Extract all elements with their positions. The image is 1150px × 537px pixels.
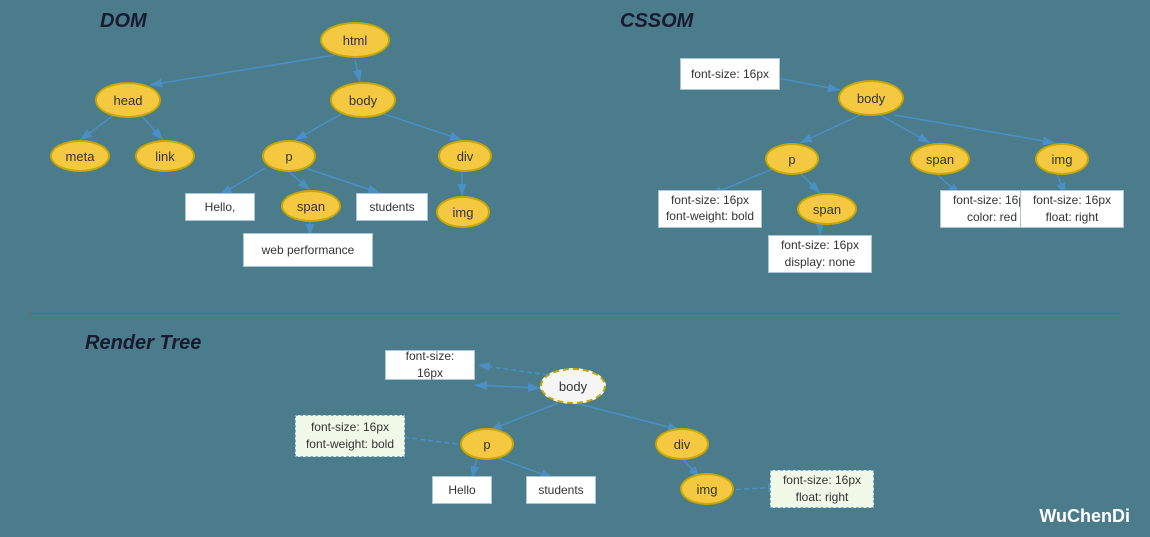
arrows-svg <box>0 0 1150 537</box>
dom-p-node: p <box>262 140 316 172</box>
dom-img-node: img <box>436 196 490 228</box>
dom-link-node: link <box>135 140 195 172</box>
render-img-node: img <box>680 473 734 505</box>
render-div-node: div <box>655 428 709 460</box>
render-fontsize-top-node: font-size: 16px <box>385 350 475 380</box>
dom-students-node: students <box>356 193 428 221</box>
dom-meta-node: meta <box>50 140 110 172</box>
cssom-p-node: p <box>765 143 819 175</box>
cssom-img-props-node: font-size: 16px float: right <box>1020 190 1124 228</box>
cssom-fontsize-top-node: font-size: 16px <box>680 58 780 90</box>
dom-title: DOM <box>100 10 147 33</box>
cssom-span-display-none-node: font-size: 16px display: none <box>768 235 872 273</box>
dom-html-node: html <box>320 22 390 58</box>
render-hello-node: Hello <box>432 476 492 504</box>
cssom-body-node: body <box>838 80 904 116</box>
watermark: WuChenDi <box>1039 506 1130 527</box>
cssom-img-node: img <box>1035 143 1089 175</box>
render-title: Render Tree <box>85 332 201 355</box>
render-img-props-node: font-size: 16px float: right <box>770 470 874 508</box>
cssom-span-child-node: span <box>797 193 857 225</box>
dom-body-node: body <box>330 82 396 118</box>
dom-web-performance-node: web performance <box>243 233 373 267</box>
cssom-title: CSSOM <box>620 10 693 33</box>
render-p-props-node: font-size: 16px font-weight: bold <box>295 415 405 457</box>
dom-hello-node: Hello, <box>185 193 255 221</box>
dom-head-node: head <box>95 82 161 118</box>
render-p-node: p <box>460 428 514 460</box>
cssom-span-node: span <box>910 143 970 175</box>
cssom-p-props-node: font-size: 16px font-weight: bold <box>658 190 762 228</box>
section-divider <box>30 313 1120 314</box>
dom-div-node: div <box>438 140 492 172</box>
dom-span-node: span <box>281 190 341 222</box>
render-students-node: students <box>526 476 596 504</box>
diagram-container: DOM html head body meta link p div Hello… <box>0 0 1150 537</box>
render-body-node: body <box>540 368 606 404</box>
